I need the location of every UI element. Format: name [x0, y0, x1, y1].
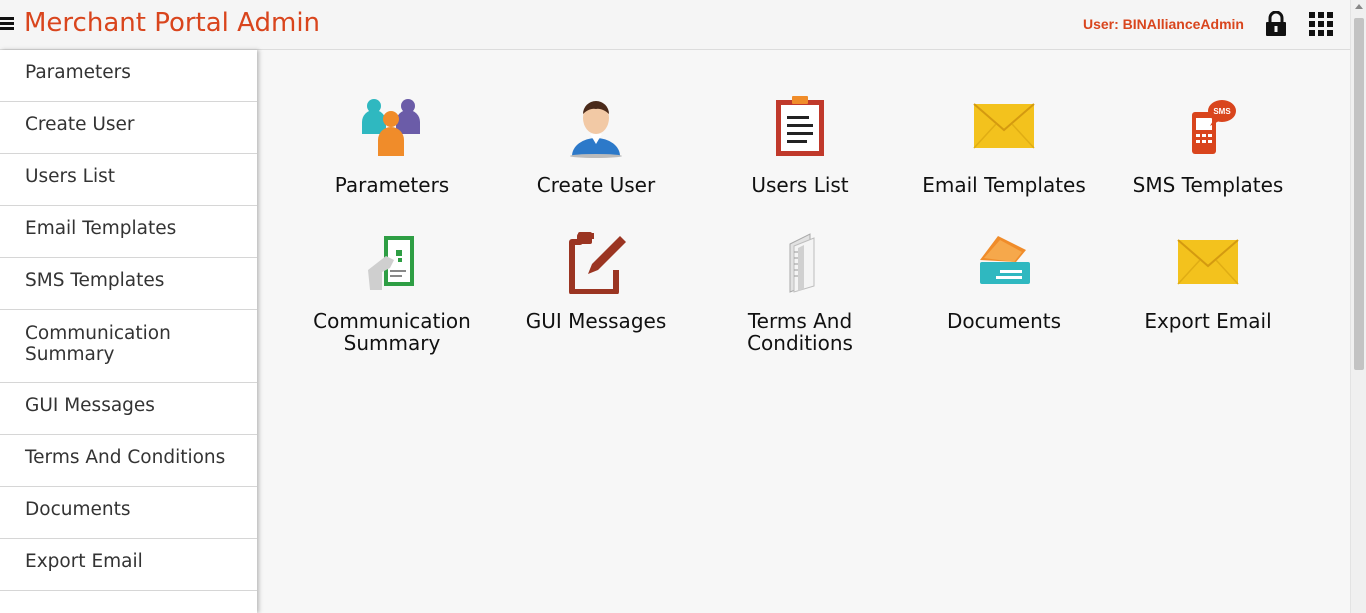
tile-label: Users List [751, 173, 849, 197]
sidebar-item-documents[interactable]: Documents [0, 487, 257, 539]
lock-icon[interactable] [1265, 11, 1287, 37]
sidebar-item-communication-summary[interactable]: Communication Summary [0, 310, 257, 383]
hamburger-icon[interactable] [0, 17, 14, 31]
tile-create-user[interactable]: Create User [496, 94, 696, 196]
tile-label: Export Email [1144, 309, 1272, 333]
scroll-up-arrow-icon[interactable] [1355, 4, 1363, 9]
tile-sms-templates[interactable]: SMS SMS Templates [1108, 94, 1308, 196]
tile-export-email[interactable]: Export Email [1108, 230, 1308, 332]
sidebar-item-users-list[interactable]: Users List [0, 154, 257, 206]
scroll-thumb[interactable] [1354, 18, 1364, 370]
tile-label: Email Templates [922, 173, 1086, 197]
tile-label: GUI Messages [525, 309, 667, 333]
sidebar-item-export-email[interactable]: Export Email [0, 539, 257, 591]
clipboard-list-icon [776, 96, 824, 156]
envelope-icon [1177, 239, 1239, 285]
sidebar-item-parameters[interactable]: Parameters [0, 50, 257, 102]
sidebar-item-terms-and-conditions[interactable]: Terms And Conditions [0, 435, 257, 487]
tile-parameters[interactable]: Parameters [292, 94, 492, 196]
tile-documents[interactable]: Documents [904, 230, 1104, 332]
sidebar-item-create-user[interactable]: Create User [0, 102, 257, 154]
envelope-icon [973, 103, 1035, 149]
sidebar-nav: Parameters Create User Users List Email … [0, 50, 257, 613]
tile-users-list[interactable]: Users List [700, 94, 900, 196]
tile-terms-and-conditions[interactable]: Terms And Conditions [700, 230, 900, 354]
user-label: User: BINAllianceAdmin [1082, 16, 1244, 32]
dashboard-tiles: Parameters Create User Users List Email … [258, 50, 1350, 613]
tile-gui-messages[interactable]: GUI Messages [496, 230, 696, 332]
tile-label: Parameters [334, 173, 450, 197]
people-group-icon [362, 99, 420, 156]
sms-phone-icon: SMS [1192, 100, 1236, 154]
app-grid-icon[interactable] [1309, 12, 1333, 36]
tile-label: Communication Summary [313, 309, 471, 355]
tile-communication-summary[interactable]: Communication Summary [292, 230, 492, 354]
sms-badge-text: SMS [1213, 107, 1231, 116]
tile-label: SMS Templates [1132, 173, 1284, 197]
sidebar-item-sms-templates[interactable]: SMS Templates [0, 258, 257, 310]
tile-label: Documents [946, 309, 1062, 333]
sidebar-item-gui-messages[interactable]: GUI Messages [0, 383, 257, 435]
pen-edit-icon [569, 232, 626, 294]
tile-label: Terms And Conditions [747, 309, 853, 355]
tile-label: Create User [536, 173, 656, 197]
sidebar-item-email-templates[interactable]: Email Templates [0, 206, 257, 258]
app-header: Merchant Portal Admin User: BINAllianceA… [0, 0, 1350, 50]
page-scrollbar[interactable] [1350, 0, 1366, 613]
app-title: Merchant Portal Admin [24, 8, 321, 38]
tile-email-templates[interactable]: Email Templates [904, 94, 1104, 196]
documents-stack-icon [789, 233, 815, 293]
document-hand-icon [368, 236, 414, 290]
user-avatar-icon [570, 101, 622, 158]
ticket-folder-icon [980, 236, 1030, 284]
